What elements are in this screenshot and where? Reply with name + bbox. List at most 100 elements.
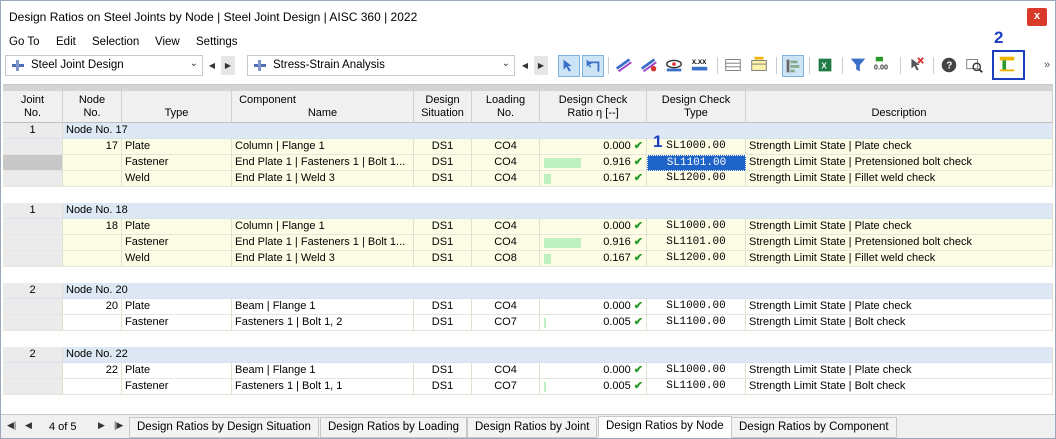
table-row[interactable]: Fastener Fasteners 1 | Bolt 1, 2 DS1 CO7 0.0… — [3, 315, 1053, 331]
first-page-button[interactable]: ◀| — [7, 420, 16, 431]
col-header-ratio[interactable]: Design Check Ratio η [--] — [540, 85, 647, 123]
search-view-icon[interactable] — [964, 55, 986, 77]
help-icon[interactable]: ? — [939, 55, 961, 77]
table-row[interactable]: 20 Plate Beam | Flange 1 DS1 CO4 0.000 ✔ SL1000… — [3, 299, 1053, 315]
design-situation: DS1 — [414, 315, 472, 331]
check-description: Strength Limit State | Plate check — [746, 139, 1053, 155]
checkmark-icon: ✔ — [633, 220, 643, 232]
design-check-type: SL1000.00 — [647, 299, 746, 315]
ratio-value: 0.000 — [603, 364, 631, 376]
tab-by-loading[interactable]: Design Ratios by Loading — [320, 417, 468, 438]
node-number — [63, 171, 122, 187]
node-group-row[interactable]: 1 Node No. 17 — [3, 123, 1053, 139]
excel-export-icon[interactable]: X — [815, 55, 837, 77]
loading-number: CO4 — [472, 235, 540, 251]
group-spacer — [3, 267, 1053, 283]
row-header-cell — [3, 171, 63, 187]
toolbar-overflow-icon[interactable]: » — [1044, 59, 1050, 71]
ratio-bar — [544, 174, 551, 184]
component-type: Plate — [122, 219, 232, 235]
table-row[interactable]: Fastener Fasteners 1 | Bolt 1, 1 DS1 CO7 0.0… — [3, 379, 1053, 395]
design-check-type: SL1200.00 — [647, 171, 746, 187]
row-header-cell — [3, 251, 63, 267]
menu-edit[interactable]: Edit — [56, 36, 76, 48]
svg-text:0.00: 0.00 — [874, 63, 888, 72]
col-header-design-situation[interactable]: Design Situation — [414, 85, 472, 123]
chevron-down-icon: ⌄ — [501, 58, 510, 69]
last-page-button[interactable]: |▶ — [114, 420, 123, 431]
col-header-joint[interactable]: Joint No. — [3, 85, 63, 123]
node-number — [63, 251, 122, 267]
design-check-type: SL1100.00 — [647, 379, 746, 395]
table-row[interactable]: Weld End Plate 1 | Weld 3 DS1 CO8 0.167 ✔ SL12… — [3, 251, 1053, 267]
checkmark-icon: ✔ — [633, 364, 643, 376]
col-header-node[interactable]: Node No. — [63, 85, 122, 123]
visibility-icon[interactable] — [664, 55, 686, 77]
check-description: Strength Limit State | Pretensioned bolt… — [746, 235, 1053, 251]
table-row[interactable]: Fastener End Plate 1 | Fasteners 1 | Bolt… — [3, 235, 1053, 251]
ratio-bars-icon[interactable] — [782, 55, 804, 77]
tab-bar: ◀| ◀ 4 of 5 ▶ |▶ Design Ratios by Design… — [1, 414, 1055, 438]
previous-module-button[interactable]: ◀ — [205, 56, 219, 75]
tab-by-design-situation[interactable]: Design Ratios by Design Situation — [129, 417, 319, 438]
menu-settings[interactable]: Settings — [196, 36, 238, 48]
design-ratio-cell: 0.916 ✔ — [540, 155, 647, 171]
design-ratio-cell: 0.167 ✔ — [540, 171, 647, 187]
col-header-loading[interactable]: Loading No. — [472, 85, 540, 123]
filter-joints-icon[interactable] — [639, 55, 661, 77]
analysis-combo[interactable]: Stress-Strain Analysis ⌄ — [247, 55, 515, 76]
design-situation: DS1 — [414, 363, 472, 379]
menu-selection[interactable]: Selection — [92, 36, 139, 48]
table-row[interactable]: 17 Plate Column | Flange 1 DS1 CO4 0.000 ✔ SL10… — [3, 139, 1053, 155]
col-header-name[interactable]: Component Name — [232, 85, 414, 123]
filter-members-icon[interactable] — [614, 55, 636, 77]
check-description: Strength Limit State | Bolt check — [746, 379, 1053, 395]
node-group-label: Node No. 22 — [63, 347, 1053, 363]
row-header-cell — [3, 315, 63, 331]
next-module-button[interactable]: ▶ — [221, 56, 235, 75]
node-group-row[interactable]: 2 Node No. 22 — [3, 347, 1053, 363]
table-row[interactable]: 18 Plate Column | Flange 1 DS1 CO4 0.000 ✔ SL10… — [3, 219, 1053, 235]
design-check-type: SL1101.00 — [647, 235, 746, 251]
tab-by-node[interactable]: Design Ratios by Node — [598, 416, 732, 438]
component-name: Fasteners 1 | Bolt 1, 2 — [232, 315, 414, 331]
checkmark-icon: ✔ — [633, 380, 643, 392]
table-view-icon[interactable] — [723, 55, 745, 77]
node-group-row[interactable]: 1 Node No. 18 — [3, 203, 1053, 219]
joint-number: 1 — [3, 203, 63, 219]
design-situation: DS1 — [414, 299, 472, 315]
menu-goto[interactable]: Go To — [9, 36, 39, 48]
table-settings-icon[interactable] — [749, 55, 771, 77]
select-in-model-icon[interactable] — [558, 55, 580, 77]
loading-number: CO4 — [472, 363, 540, 379]
col-header-description[interactable]: Description — [746, 85, 1053, 123]
check-description: Strength Limit State | Fillet weld check — [746, 251, 1053, 267]
table-row[interactable]: 22 Plate Beam | Flange 1 DS1 CO4 0.000 ✔ SL1000… — [3, 363, 1053, 379]
node-number — [63, 235, 122, 251]
checkmark-icon: ✔ — [633, 140, 643, 152]
tab-by-component[interactable]: Design Ratios by Component — [731, 417, 897, 438]
table-row[interactable]: Weld End Plate 1 | Weld 3 DS1 CO4 0.167 ✔ SL12… — [3, 171, 1053, 187]
menu-view[interactable]: View — [155, 36, 180, 48]
view-selection-icon[interactable] — [582, 55, 604, 77]
filter-icon[interactable] — [848, 55, 870, 77]
node-group-row[interactable]: 2 Node No. 20 — [3, 283, 1053, 299]
next-page-button[interactable]: ▶ — [98, 420, 105, 431]
results-table[interactable]: Joint No. Node No. Type Component Name Desi… — [3, 84, 1053, 414]
design-check-type: SL1101.00 — [647, 155, 746, 171]
check-description: Strength Limit State | Plate check — [746, 363, 1053, 379]
module-combo[interactable]: Steel Joint Design ⌄ — [5, 55, 203, 76]
loading-number: CO4 — [472, 219, 540, 235]
next-analysis-button[interactable]: ▶ — [534, 56, 548, 75]
table-row[interactable]: Fastener End Plate 1 | Fasteners 1 | Bolt… — [3, 155, 1053, 171]
decimal-places-icon[interactable]: 0.00 — [873, 55, 895, 77]
previous-analysis-button[interactable]: ◀ — [518, 56, 532, 75]
close-button[interactable]: x — [1027, 8, 1047, 26]
deselect-icon[interactable] — [906, 55, 928, 77]
tab-by-joint[interactable]: Design Ratios by Joint — [467, 417, 598, 438]
design-ratio-cell: 0.916 ✔ — [540, 235, 647, 251]
show-values-icon[interactable]: X.XX — [690, 55, 712, 77]
col-header-check-type[interactable]: Design Check Type — [647, 85, 746, 123]
ratio-value: 0.005 — [603, 316, 631, 328]
previous-page-button[interactable]: ◀ — [25, 420, 32, 431]
